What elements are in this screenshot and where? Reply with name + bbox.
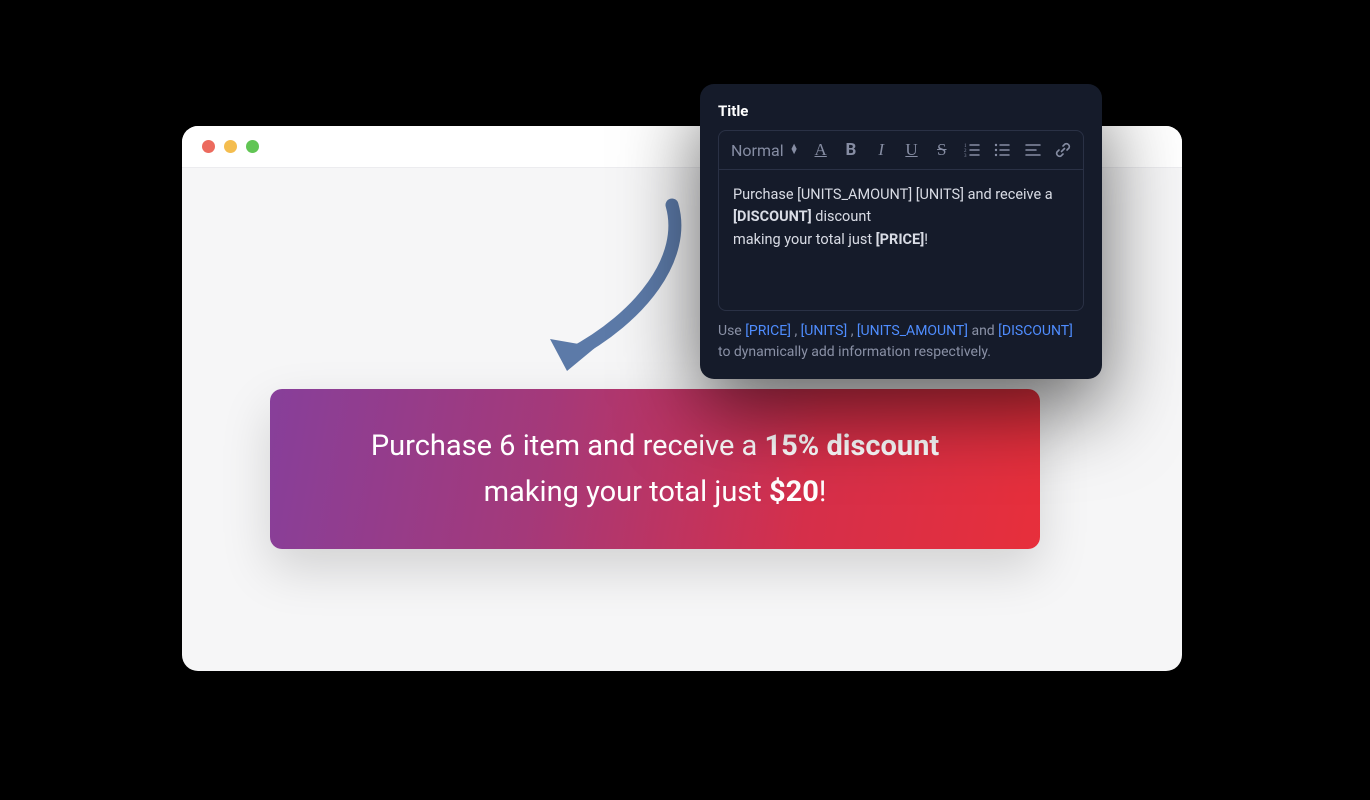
strike-icon[interactable]: S: [934, 140, 950, 160]
promo-line-1: Purchase 6 item and receive a 15% discou…: [371, 423, 939, 469]
editor-line: making your total just [PRICE]!: [733, 229, 1069, 251]
hint-text: ,: [791, 323, 801, 339]
align-icon[interactable]: [1024, 142, 1040, 158]
token-units-amount: [UNITS_AMOUNT]: [797, 186, 912, 203]
promo-line-2: making your total just $20!: [484, 469, 827, 515]
token-price: [PRICE]: [876, 231, 925, 248]
rich-text-editor: Normal ▲▼ A B I U S 123 Purchase [UNIT: [718, 130, 1084, 311]
editor-text: Purchase: [733, 186, 797, 203]
bold-icon[interactable]: B: [843, 140, 859, 160]
hint-text: ,: [847, 323, 857, 339]
heading-select[interactable]: Normal ▲▼: [731, 141, 799, 160]
unordered-list-icon[interactable]: [994, 142, 1010, 158]
promo-units: item: [523, 429, 580, 463]
promo-discount: 15% discount: [765, 429, 940, 463]
token-units: [UNITS]: [801, 323, 848, 339]
token-price: [PRICE]: [745, 323, 791, 339]
panel-title: Title: [718, 102, 1084, 120]
editor-line: [DISCOUNT] discount: [733, 206, 1069, 228]
editor-panel: Title Normal ▲▼ A B I U S 123: [700, 84, 1102, 379]
token-units: [UNITS]: [916, 186, 964, 203]
link-icon[interactable]: [1055, 142, 1071, 158]
promo-text: and receive a: [580, 429, 764, 463]
editor-text: discount: [812, 208, 871, 225]
hint-text: to dynamically add information respectiv…: [718, 344, 991, 360]
editor-textarea[interactable]: Purchase [UNITS_AMOUNT] [UNITS] and rece…: [719, 170, 1083, 310]
token-units-amount: [UNITS_AMOUNT]: [857, 323, 968, 339]
promo-text: making your total just: [484, 475, 769, 509]
font-color-icon[interactable]: A: [813, 140, 829, 160]
minimize-icon[interactable]: [224, 140, 237, 153]
promo-text: !: [819, 475, 826, 509]
editor-line: Purchase [UNITS_AMOUNT] [UNITS] and rece…: [733, 184, 1069, 206]
promo-text: Purchase: [371, 429, 499, 463]
underline-icon[interactable]: U: [903, 140, 919, 160]
promo-banner: Purchase 6 item and receive a 15% discou…: [270, 389, 1040, 549]
hint-text: and: [968, 323, 998, 339]
italic-icon[interactable]: I: [873, 140, 889, 160]
editor-text: and receive a: [964, 186, 1053, 203]
ordered-list-icon[interactable]: 123: [964, 142, 980, 158]
sort-icon: ▲▼: [790, 145, 799, 155]
hint-text: Use: [718, 323, 745, 339]
zoom-icon[interactable]: [246, 140, 259, 153]
close-icon[interactable]: [202, 140, 215, 153]
editor-text: !: [924, 231, 928, 248]
promo-units-amount: 6: [499, 429, 515, 463]
promo-text: [515, 429, 522, 463]
heading-select-label: Normal: [731, 141, 784, 160]
svg-text:3: 3: [964, 154, 967, 158]
editor-toolbar: Normal ▲▼ A B I U S 123: [719, 131, 1083, 170]
promo-price: $20: [769, 475, 819, 509]
editor-text: making your total just: [733, 231, 876, 248]
arrow-icon: [522, 197, 702, 407]
token-discount: [DISCOUNT]: [998, 323, 1073, 339]
editor-hint: Use [PRICE] , [UNITS] , [UNITS_AMOUNT] a…: [718, 321, 1084, 363]
token-discount: [DISCOUNT]: [733, 208, 812, 225]
